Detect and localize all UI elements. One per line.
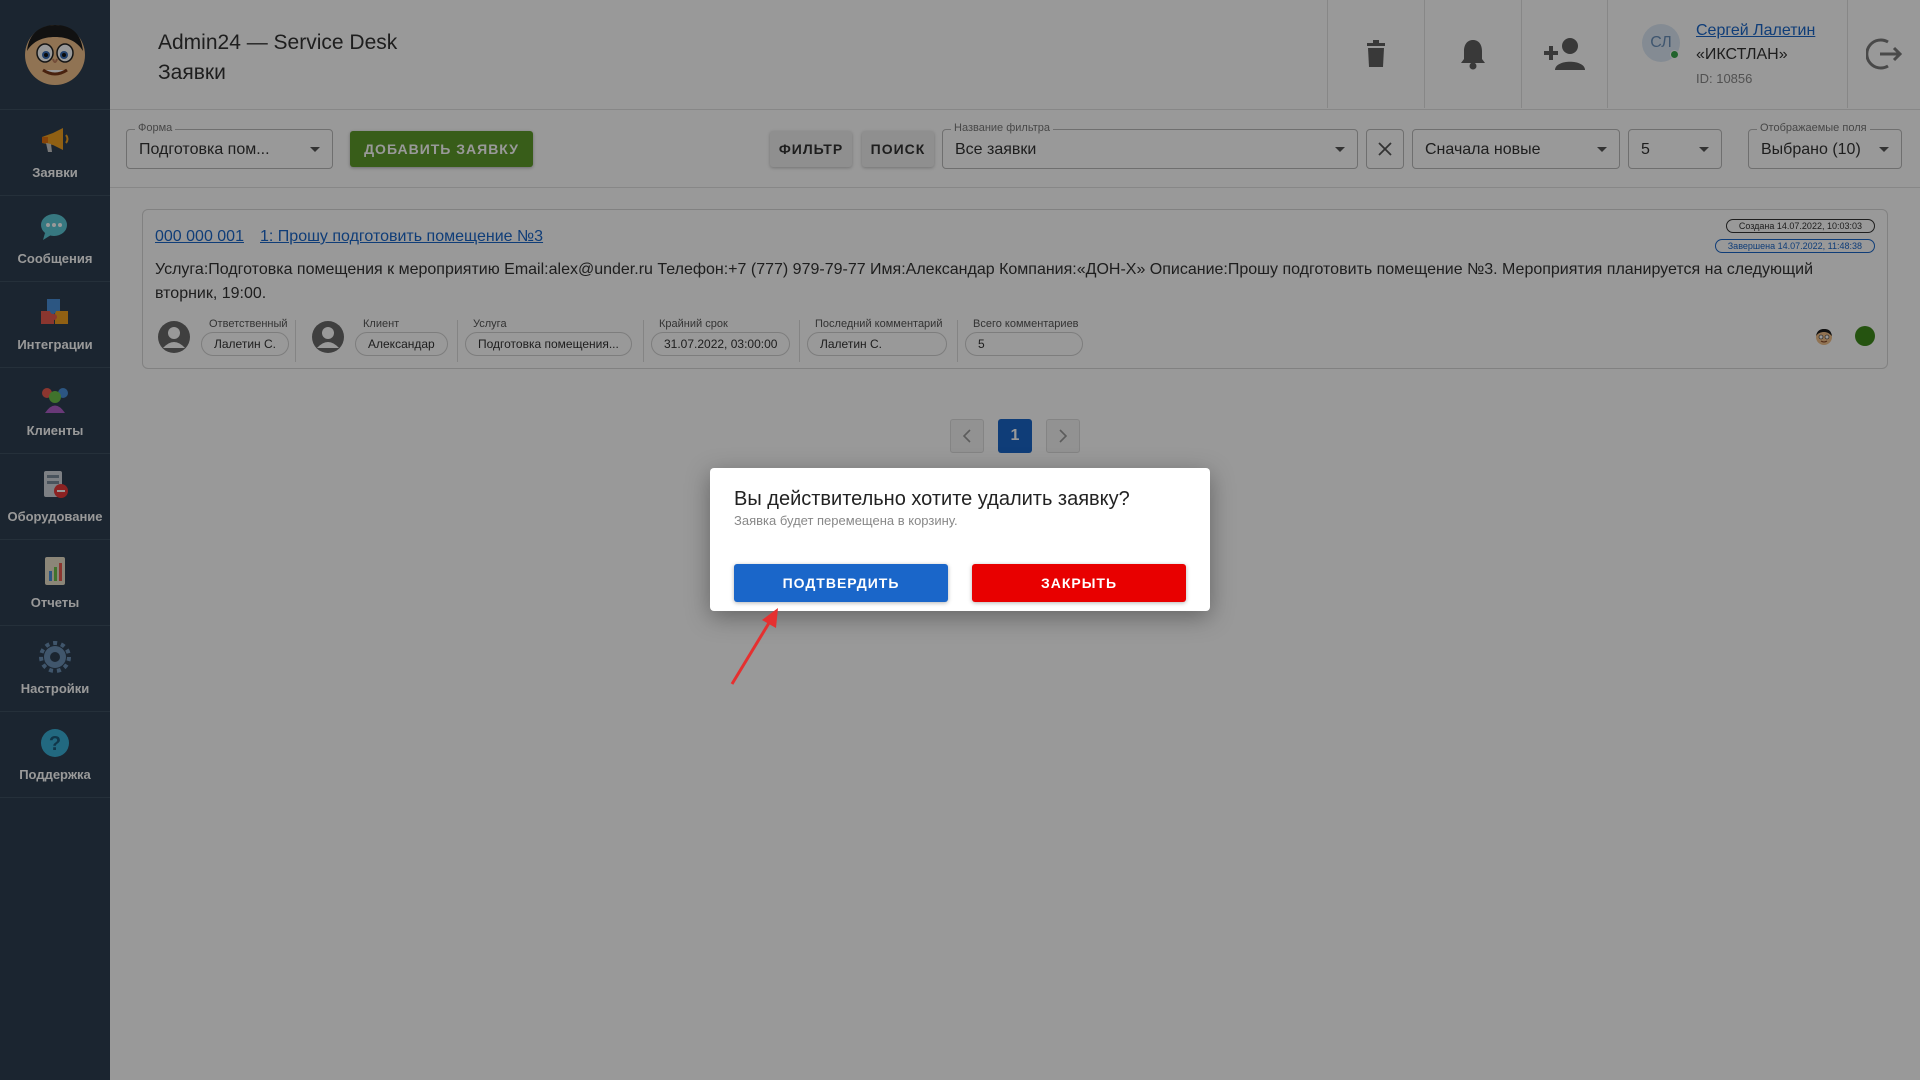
delete-confirm-dialog: Вы действительно хотите удалить заявку? … [710,468,1210,611]
close-button[interactable]: ЗАКРЫТЬ [972,564,1186,602]
dialog-title: Вы действительно хотите удалить заявку? [734,488,1130,510]
confirm-button[interactable]: ПОДТВЕРДИТЬ [734,564,948,602]
dialog-subtitle: Заявка будет перемещена в корзину. [734,513,958,528]
annotation-arrow-icon [730,608,778,685]
